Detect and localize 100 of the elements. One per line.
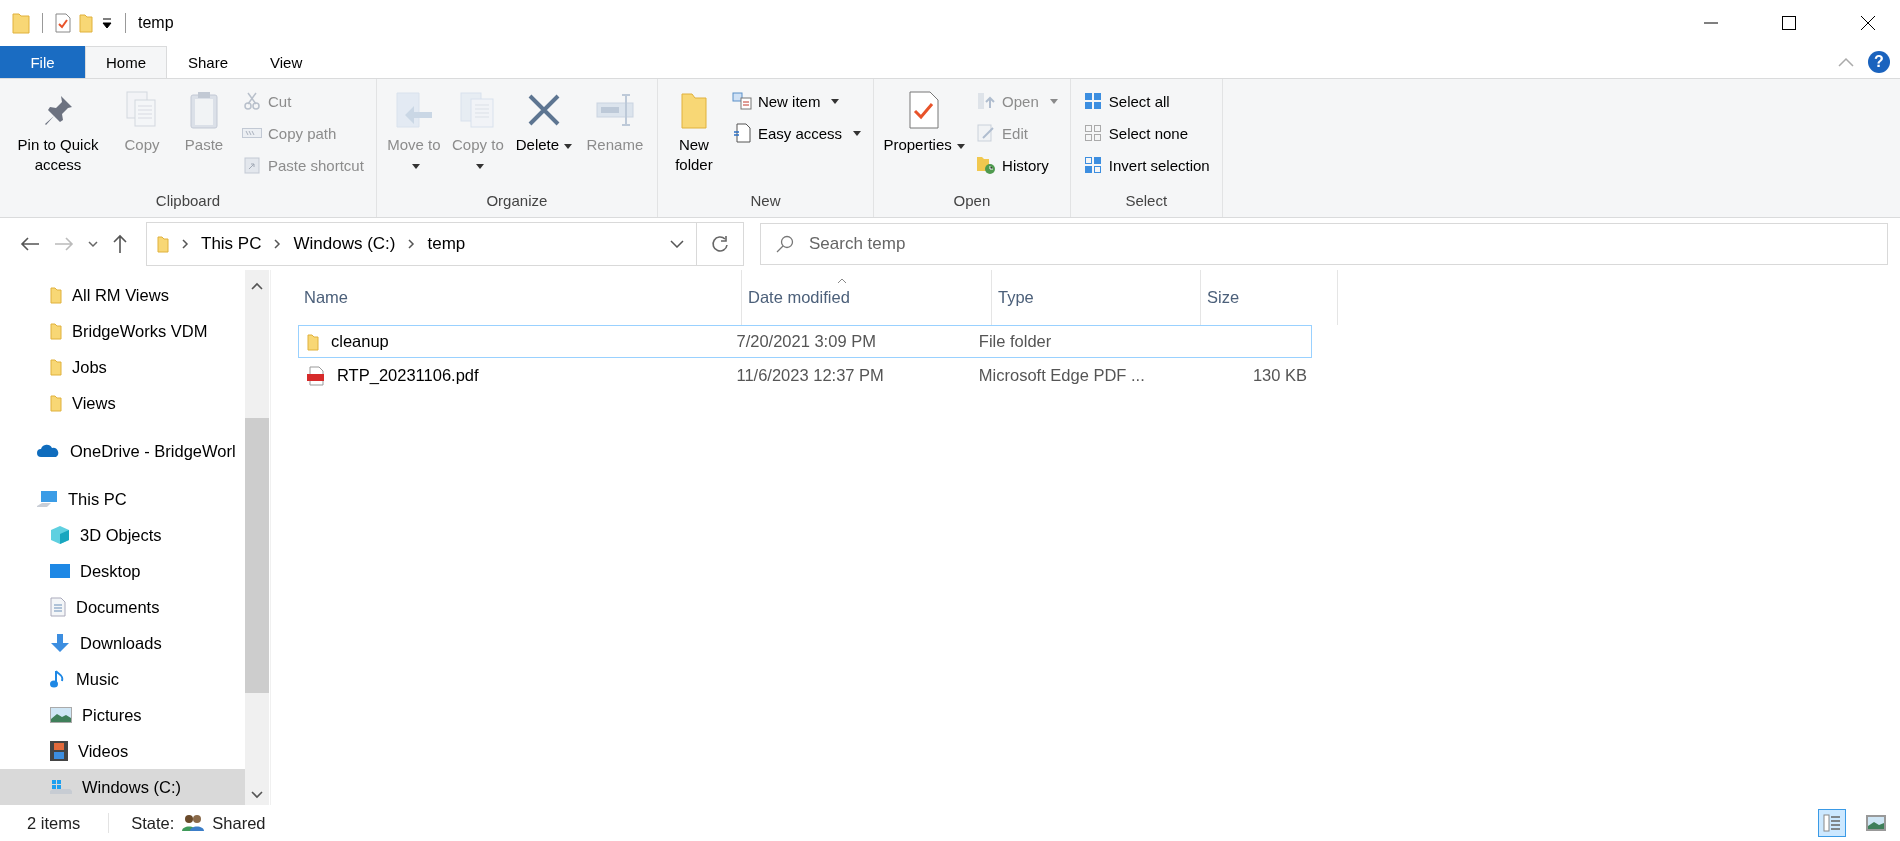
film-strip-icon [50, 741, 68, 761]
select-none-icon [1082, 124, 1103, 142]
invert-selection-icon [1082, 156, 1103, 174]
file-type: Microsoft Edge PDF ... [978, 366, 1145, 385]
column-header[interactable]: Type [992, 270, 1201, 325]
nav-item[interactable]: This PC [0, 481, 245, 517]
caret-icon [956, 143, 965, 149]
nav-item[interactable]: OneDrive - BridgeWorl [0, 433, 245, 469]
file-tab[interactable]: File [0, 46, 85, 78]
ribbon-button[interactable]: New folder [665, 85, 722, 192]
ribbon-tab[interactable]: Home [85, 46, 167, 78]
file-row[interactable]: cleanup 7/20/2021 3:09 PM File folder [298, 325, 1312, 358]
nav-item[interactable]: Desktop [0, 553, 245, 589]
ribbon-button[interactable]: Delete [512, 85, 575, 192]
history-icon [976, 155, 997, 175]
nav-item[interactable]: Documents [0, 589, 245, 625]
scrollbar-thumb[interactable] [245, 418, 269, 693]
ribbon-button[interactable]: Pin to Quick access [8, 85, 108, 192]
group-label: Clipboard [154, 192, 222, 211]
ribbon-button[interactable]: Select none [1078, 119, 1214, 147]
scroll-down-icon[interactable] [251, 791, 263, 799]
details-view-button[interactable] [1818, 809, 1846, 837]
folder-icon [307, 332, 319, 351]
help-button[interactable]: ? [1868, 51, 1890, 73]
paste-shortcut-icon [242, 156, 262, 174]
folder-icon [50, 394, 62, 412]
group-label: Open [952, 192, 992, 211]
address-bar[interactable]: This PC Windows (C:) temp [146, 222, 744, 266]
nav-item[interactable]: Jobs [0, 349, 245, 385]
properties-icon [908, 90, 941, 130]
nav-item[interactable]: BridgeWorks VDM [0, 313, 245, 349]
ribbon-button[interactable]: Properties [882, 85, 967, 192]
close-icon[interactable] [1860, 15, 1876, 31]
chevron-down-icon[interactable] [88, 240, 98, 248]
cube-icon [50, 525, 70, 545]
refresh-icon[interactable] [711, 235, 729, 253]
maximize-icon[interactable] [1782, 16, 1796, 30]
caret-icon [476, 163, 485, 169]
music-note-icon [50, 669, 66, 689]
copy-path-icon [242, 126, 262, 140]
nav-item[interactable]: Downloads [0, 625, 245, 661]
ribbon-button[interactable]: Select all [1078, 87, 1214, 115]
column-header[interactable]: Date modified [742, 270, 992, 325]
back-icon[interactable] [20, 236, 40, 252]
drive-icon [50, 779, 72, 795]
landscape-picture-icon [50, 707, 72, 723]
ribbon-button[interactable]: New item [727, 87, 866, 115]
nav-item[interactable]: Videos [0, 733, 245, 769]
scissors-icon [242, 92, 262, 110]
new-item-icon [731, 92, 752, 110]
nav-item[interactable]: 3D Objects [0, 517, 245, 553]
caret-icon [853, 130, 862, 136]
properties-icon[interactable] [55, 13, 71, 33]
chevron-down-icon[interactable] [670, 240, 684, 248]
column-header[interactable]: Name [298, 270, 742, 325]
rename-icon [594, 92, 635, 128]
caret-icon [1049, 98, 1058, 104]
chevron-right-icon [407, 239, 416, 249]
group-label: Organize [485, 192, 549, 211]
open-icon [976, 92, 997, 110]
state-value: Shared [212, 813, 266, 833]
search-field[interactable]: Search temp [760, 223, 1888, 265]
chevron-right-icon [181, 239, 189, 249]
ribbon-button[interactable]: History [972, 151, 1062, 179]
ribbon-button[interactable]: Easy access [727, 119, 866, 147]
document-icon [731, 123, 752, 143]
breadcrumb[interactable]: temp [427, 234, 466, 254]
column-header[interactable]: Size [1201, 270, 1338, 325]
nav-item[interactable]: Windows (C:) [0, 769, 245, 805]
breadcrumb[interactable]: Windows (C:) [293, 234, 396, 254]
up-arrow-icon[interactable] [112, 234, 128, 254]
computer-icon [36, 490, 58, 508]
caret-icon [412, 163, 421, 169]
caret-icon [564, 143, 573, 149]
desktop-icon [50, 563, 70, 579]
folder-icon [50, 286, 62, 304]
ribbon-button[interactable]: Invert selection [1078, 151, 1214, 179]
edit-icon [976, 124, 997, 142]
file-name: RTP_20231106.pdf [337, 366, 479, 385]
ribbon-tab[interactable]: View [249, 46, 324, 78]
file-type: File folder [978, 332, 1052, 351]
pdf-file-icon [307, 365, 325, 386]
breadcrumb[interactable]: This PC [201, 234, 262, 254]
document-icon [50, 597, 66, 617]
nav-item[interactable]: Views [0, 385, 245, 421]
scroll-up-icon[interactable] [251, 282, 263, 290]
search-icon [776, 235, 794, 253]
nav-item[interactable]: Music [0, 661, 245, 697]
nav-item[interactable]: Pictures [0, 697, 245, 733]
file-row[interactable]: RTP_20231106.pdf 11/6/2023 12:37 PM Microsoft Edge PDF ... 130 KB [298, 359, 1312, 392]
group-label: New [749, 192, 782, 211]
item-count: 2 items [27, 813, 81, 833]
clipboard-icon [189, 90, 219, 130]
caret-icon[interactable] [101, 17, 113, 29]
select-all-icon [1082, 92, 1103, 110]
ribbon-tab[interactable]: Share [167, 46, 250, 78]
folder-icon [50, 322, 62, 340]
nav-item[interactable]: All RM Views [0, 277, 245, 313]
folder-icon [12, 12, 30, 34]
folder-icon [679, 90, 708, 130]
